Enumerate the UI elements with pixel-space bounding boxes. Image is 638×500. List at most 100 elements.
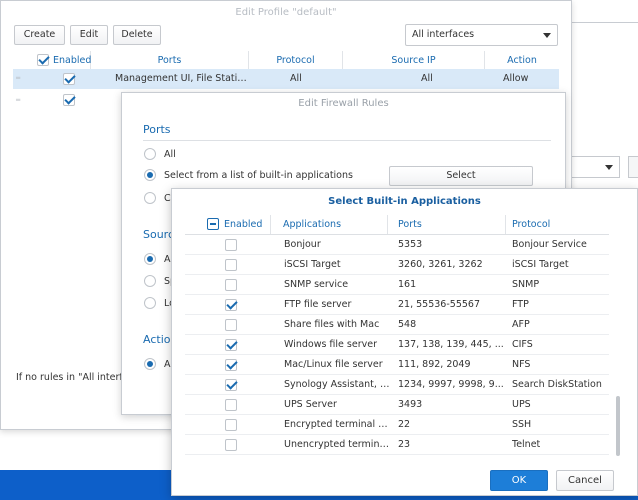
col-action[interactable]: Action bbox=[485, 51, 559, 70]
table-row[interactable]: FTP file server 21, 55536-55567 FTP bbox=[185, 295, 609, 315]
row-application: FTP file server bbox=[284, 299, 352, 310]
table-row[interactable]: Mac/Linux file server 111, 892, 2049 NFS bbox=[185, 355, 609, 375]
col-ports[interactable]: Ports bbox=[388, 215, 506, 234]
ok-button[interactable]: OK bbox=[490, 470, 548, 491]
dialog-title: Select Built-in Applications bbox=[328, 196, 481, 207]
background-dropdown[interactable] bbox=[568, 156, 620, 178]
row-application: Synology Assistant, N... bbox=[284, 379, 392, 390]
ports-builtin-radio[interactable] bbox=[144, 169, 156, 181]
ports-section-title: Ports bbox=[143, 123, 171, 136]
divider bbox=[572, 22, 638, 23]
source-section-title: Sourc bbox=[143, 228, 175, 241]
row-enabled-checkbox[interactable] bbox=[225, 339, 237, 351]
row-enabled-checkbox[interactable] bbox=[225, 439, 237, 451]
table-row[interactable]: UPS Server 3493 UPS bbox=[185, 395, 609, 415]
row-protocol: iSCSI Target bbox=[512, 259, 569, 270]
row-application: Encrypted terminal s... bbox=[284, 419, 392, 430]
row-ports: 1234, 9997, 9998, 9... bbox=[398, 379, 504, 390]
row-enabled-checkbox[interactable] bbox=[63, 94, 75, 106]
ports-custom-radio[interactable] bbox=[144, 192, 156, 204]
col-protocol[interactable]: Protocol bbox=[249, 51, 343, 70]
select-all-checkbox[interactable] bbox=[37, 54, 49, 66]
row-protocol: SNMP bbox=[512, 279, 540, 290]
row-enabled-checkbox[interactable] bbox=[225, 379, 237, 391]
row-ports: 548 bbox=[398, 319, 417, 330]
ports-all-radio[interactable] bbox=[144, 148, 156, 160]
row-ports: 3260, 3261, 3262 bbox=[398, 259, 483, 270]
source-location-radio[interactable] bbox=[144, 297, 156, 309]
row-enabled-checkbox[interactable] bbox=[225, 419, 237, 431]
row-enabled-checkbox[interactable] bbox=[225, 259, 237, 271]
scrollbar[interactable] bbox=[616, 396, 620, 456]
row-divider bbox=[185, 454, 609, 455]
delete-button[interactable]: Delete bbox=[113, 25, 161, 45]
row-ports: 21, 55536-55567 bbox=[398, 299, 480, 310]
col-source-ip[interactable]: Source IP bbox=[343, 51, 485, 70]
table-row[interactable]: ═ Management UI, File Statio... All All … bbox=[13, 69, 559, 89]
row-application: Share files with Mac bbox=[284, 319, 380, 330]
table-row[interactable]: Synology Assistant, N... 1234, 9997, 9998… bbox=[185, 375, 609, 395]
table-row[interactable]: iSCSI Target 3260, 3261, 3262 iSCSI Target bbox=[185, 255, 609, 275]
row-enabled-checkbox[interactable] bbox=[63, 73, 75, 85]
row-application: iSCSI Target bbox=[284, 259, 341, 270]
action-section-title: Actio bbox=[143, 333, 171, 346]
table-row[interactable]: Unencrypted terminal... 23 Telnet bbox=[185, 435, 609, 455]
row-application: Bonjour bbox=[284, 239, 321, 250]
row-ports: 111, 892, 2049 bbox=[398, 359, 471, 370]
table-row[interactable]: Bonjour 5353 Bonjour Service bbox=[185, 235, 609, 255]
background-button[interactable] bbox=[628, 156, 638, 178]
col-protocol[interactable]: Protocol bbox=[506, 215, 609, 234]
drag-handle-icon[interactable]: ═ bbox=[16, 75, 24, 82]
col-ports[interactable]: Ports bbox=[91, 51, 249, 70]
row-ports: 137, 138, 139, 445, ... bbox=[398, 339, 504, 350]
row-ports: 5353 bbox=[398, 239, 423, 250]
chevron-down-icon bbox=[543, 33, 551, 38]
interface-select-value: All interfaces bbox=[412, 29, 475, 40]
row-ports: 23 bbox=[398, 439, 411, 450]
window-title: Edit Profile "default" bbox=[235, 7, 337, 18]
row-protocol: FTP bbox=[512, 299, 529, 310]
row-protocol: Search DiskStation bbox=[512, 379, 602, 390]
source-specific-radio[interactable] bbox=[144, 275, 156, 287]
row-enabled-checkbox[interactable] bbox=[225, 319, 237, 331]
row-source-ip: All bbox=[421, 73, 433, 84]
col-enabled[interactable]: Enabled bbox=[13, 51, 91, 70]
row-application: SNMP service bbox=[284, 279, 349, 290]
rules-table-header: Enabled Ports Protocol Source IP Action bbox=[13, 51, 559, 70]
create-button[interactable]: Create bbox=[14, 25, 65, 45]
row-application: Mac/Linux file server bbox=[284, 359, 383, 370]
select-all-checkbox[interactable] bbox=[207, 218, 219, 230]
row-protocol: NFS bbox=[512, 359, 531, 370]
table-row[interactable]: Encrypted terminal s... 22 SSH bbox=[185, 415, 609, 435]
row-enabled-checkbox[interactable] bbox=[225, 279, 237, 291]
row-protocol: Telnet bbox=[512, 439, 541, 450]
cancel-button[interactable]: Cancel bbox=[556, 470, 614, 491]
interface-select[interactable]: All interfaces bbox=[405, 24, 558, 46]
select-builtin-applications-dialog: Select Built-in Applications Enabled App… bbox=[171, 188, 638, 496]
select-button[interactable]: Select bbox=[389, 166, 533, 186]
row-protocol: AFP bbox=[512, 319, 530, 330]
col-enabled[interactable]: Enabled bbox=[185, 215, 271, 234]
row-enabled-checkbox[interactable] bbox=[225, 359, 237, 371]
table-row[interactable]: ═ bbox=[13, 91, 133, 111]
action-allow-radio[interactable] bbox=[144, 358, 156, 370]
table-row[interactable]: Windows file server 137, 138, 139, 445, .… bbox=[185, 335, 609, 355]
apps-table-header: Enabled Applications Ports Protocol bbox=[185, 215, 609, 235]
row-enabled-checkbox[interactable] bbox=[225, 299, 237, 311]
row-protocol: SSH bbox=[512, 419, 532, 430]
row-protocol: UPS bbox=[512, 399, 531, 410]
row-enabled-checkbox[interactable] bbox=[225, 239, 237, 251]
table-row[interactable]: Share files with Mac 548 AFP bbox=[185, 315, 609, 335]
source-all-radio[interactable] bbox=[144, 253, 156, 265]
drag-handle-icon[interactable]: ═ bbox=[16, 97, 24, 104]
ports-all-label: All bbox=[164, 149, 176, 160]
row-ports: 22 bbox=[398, 419, 411, 430]
chevron-down-icon bbox=[605, 165, 613, 170]
edit-button[interactable]: Edit bbox=[70, 25, 108, 45]
row-application: UPS Server bbox=[284, 399, 337, 410]
col-applications[interactable]: Applications bbox=[271, 215, 388, 234]
row-protocol: All bbox=[290, 73, 302, 84]
row-protocol: CIFS bbox=[512, 339, 533, 350]
row-enabled-checkbox[interactable] bbox=[225, 399, 237, 411]
table-row[interactable]: SNMP service 161 SNMP bbox=[185, 275, 609, 295]
